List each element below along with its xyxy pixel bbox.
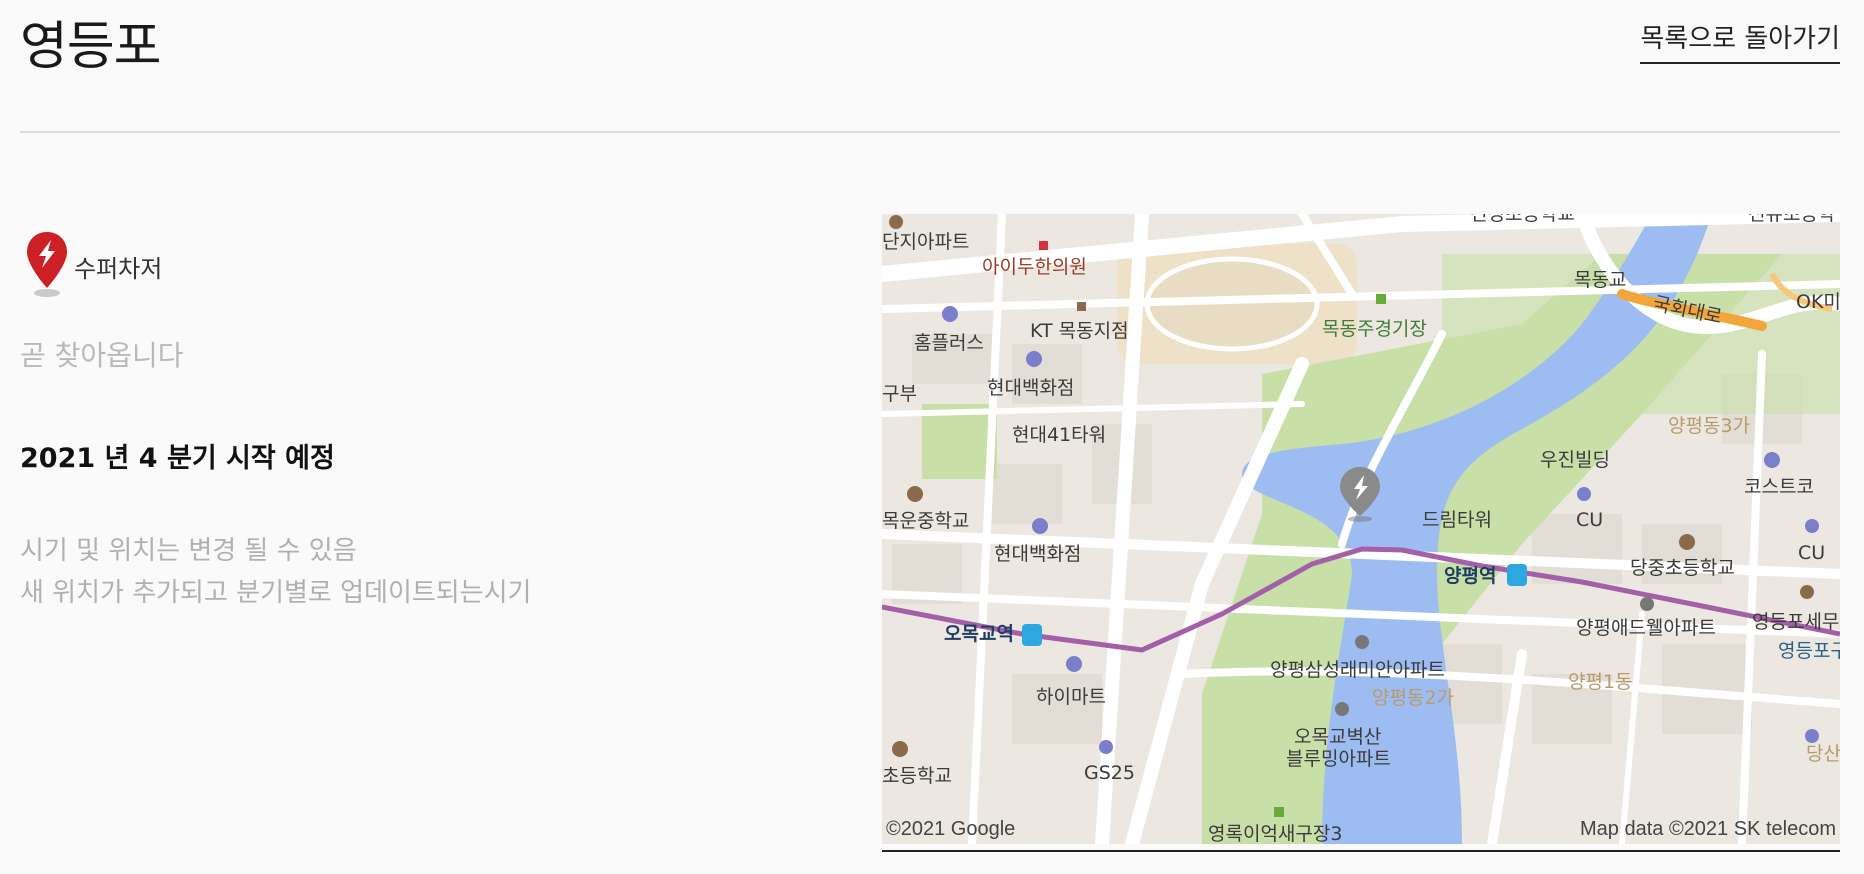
map-label: OK미: [1796, 291, 1840, 313]
note-line: 새 위치가 추가되고 분기별로 업데이트되는시기: [20, 578, 532, 608]
map-label: 오목교역: [944, 623, 1014, 645]
map-label: 목운중학교: [882, 510, 969, 532]
map-label: GS25: [1084, 762, 1135, 784]
map-label: 양평삼성래미안아파트: [1270, 659, 1445, 681]
map-label: 영록이억새구장3: [1208, 823, 1342, 844]
charger-type-label: 수퍼차저: [74, 254, 163, 283]
map-label: 양평애드웰아파트: [1576, 617, 1716, 639]
map-label: 우진빌딩: [1540, 449, 1610, 471]
map-label: 목동교: [1574, 269, 1626, 291]
map-label: 영등포구: [1778, 640, 1840, 662]
map-label: 코스트코: [1744, 476, 1814, 498]
supercharger-pin-icon: [24, 230, 70, 302]
map-label: 현대41타워: [1012, 424, 1106, 446]
map-label: 양평1동: [1568, 671, 1633, 693]
map-label: KT 목동지점: [1030, 320, 1129, 342]
map-label: 양평역: [1444, 565, 1496, 587]
location-map[interactable]: 단지아파트 아이두한의원 KT 목동지점 홈플러스 현대백화점 현대41타워 목…: [882, 214, 1840, 844]
map-label: 양평동3가: [1668, 415, 1750, 437]
map-label: 당중초등학교: [1630, 557, 1735, 579]
map-label: 하이마트: [1036, 686, 1106, 708]
map-label: 양평동2가: [1372, 687, 1454, 709]
map-label: 단지아파트: [882, 231, 969, 253]
map-label: 드림타워: [1422, 509, 1492, 531]
charger-type: 수퍼차저: [24, 230, 162, 302]
notes: 시기 및 위치는 변경 될 수 있음 새 위치가 추가되고 분기별로 업데이트되…: [20, 530, 531, 614]
status-text: 곧 찾아옵니다: [20, 339, 184, 372]
map-label: 선유초등학: [1748, 214, 1835, 225]
map-label: 현대백화점: [987, 377, 1074, 399]
map-label: 신정초등학교: [1470, 214, 1575, 225]
map-label: 아이두한의원: [982, 256, 1087, 278]
map-label: CU: [1576, 509, 1603, 531]
map-label: 블루밍아파트: [1286, 748, 1391, 770]
note-line: 시기 및 위치는 변경 될 수 있음: [20, 536, 357, 566]
map-copyright-google: ©2021 Google: [886, 818, 1016, 840]
map-label: 목동주경기장: [1322, 318, 1427, 340]
map-label: 현대백화점: [994, 543, 1081, 565]
map-label: 영등포세무: [1752, 611, 1839, 633]
map-label: 구부: [882, 383, 917, 405]
map-label: CU: [1798, 542, 1825, 564]
map-label: 초등학교: [882, 765, 952, 787]
map-label: 오목교벽산: [1294, 726, 1381, 748]
back-to-list-link[interactable]: 목록으로 돌아가기: [1640, 22, 1840, 64]
page-title: 영등포: [20, 17, 162, 77]
map-copyright-data[interactable]: Map data ©2021 SK telecom: [1580, 818, 1836, 841]
map-bottom-border: [882, 850, 1840, 852]
header-divider: [20, 131, 1840, 133]
schedule-text: 2021 년 4 분기 시작 예정: [20, 443, 335, 474]
map-label: 홈플러스: [914, 332, 984, 354]
map-label: 당산: [1806, 743, 1840, 765]
